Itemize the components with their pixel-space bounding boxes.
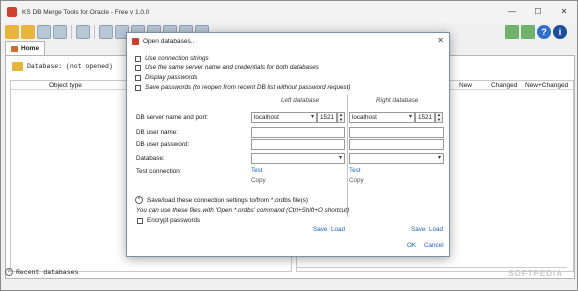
encrypt-passwords-option[interactable]: Encrypt passwords bbox=[137, 217, 200, 224]
toolbar-separator bbox=[71, 25, 72, 39]
database-label: Database: bbox=[136, 155, 165, 162]
right-port-spinner[interactable]: ▲ ▼ bbox=[435, 112, 443, 123]
right-password-input[interactable] bbox=[349, 139, 444, 150]
right-server-value: localhost bbox=[352, 114, 377, 121]
col-new-changed[interactable]: New+Changed bbox=[525, 82, 568, 89]
open-databases-dialog: Open databases.. ✕ Use connection string… bbox=[126, 32, 450, 257]
dialog-close-button[interactable]: ✕ bbox=[437, 36, 444, 45]
option-label: Save passwords (to reopen from recent DB… bbox=[145, 84, 351, 91]
recent-databases-bar[interactable]: ^ Recent databases bbox=[5, 267, 291, 277]
checkbox[interactable] bbox=[135, 74, 141, 81]
user-label: DB user name: bbox=[136, 129, 178, 136]
checkbox[interactable] bbox=[137, 217, 143, 224]
left-port-spinner[interactable]: ▲ ▼ bbox=[337, 112, 345, 123]
right-database-title: Right database bbox=[376, 97, 419, 104]
test-connection-label: Test connection: bbox=[136, 168, 182, 175]
options-icon[interactable] bbox=[505, 25, 519, 39]
ok-button[interactable]: OK bbox=[407, 242, 416, 249]
option-label: Display passwords bbox=[145, 74, 198, 81]
saveload-info: You can use these files with 'Open *.ord… bbox=[136, 207, 350, 214]
help-icon[interactable]: ? bbox=[537, 25, 551, 39]
database-line: Database: (not opened) bbox=[12, 62, 113, 71]
right-user-input[interactable] bbox=[349, 127, 444, 138]
maximize-button[interactable]: ☐ bbox=[525, 1, 551, 23]
option-label: Use connection strings bbox=[145, 55, 209, 62]
option-label: Use the same server name and credentials… bbox=[145, 64, 319, 71]
title-bar: KS DB Merge Tools for Oracle - Free v 1.… bbox=[1, 1, 577, 23]
col-new[interactable]: New bbox=[459, 82, 472, 89]
tab-home[interactable]: Home bbox=[5, 41, 46, 55]
collapse-icon[interactable]: ^ bbox=[5, 268, 13, 276]
toolbar-separator bbox=[94, 25, 95, 39]
option-display-passwords[interactable]: Display passwords bbox=[135, 74, 198, 81]
option-save-passwords[interactable]: Save passwords (to reopen from recent DB… bbox=[135, 84, 350, 91]
chevron-down-icon[interactable]: ▾ bbox=[311, 113, 314, 122]
left-password-input[interactable] bbox=[251, 139, 345, 150]
cancel-button[interactable]: Cancel bbox=[424, 242, 444, 249]
chevron-down-icon[interactable]: ▾ bbox=[438, 154, 441, 163]
left-user-input[interactable] bbox=[251, 127, 345, 138]
about-icon[interactable]: i bbox=[553, 25, 567, 39]
server-label: DB server name and port: bbox=[136, 114, 209, 121]
right-load-link[interactable]: Load bbox=[429, 226, 443, 233]
minimize-button[interactable]: — bbox=[499, 1, 525, 23]
right-port-input[interactable]: 1521 bbox=[415, 112, 435, 123]
option-connection-strings[interactable]: Use connection strings bbox=[135, 55, 209, 62]
dialog-title: Open databases.. bbox=[143, 37, 195, 45]
checkbox[interactable] bbox=[135, 64, 141, 71]
open-database-icon[interactable] bbox=[12, 62, 23, 71]
collapse-icon[interactable]: ^ bbox=[135, 196, 143, 204]
chevron-down-icon[interactable]: ▾ bbox=[409, 113, 412, 122]
left-test-link[interactable]: Test bbox=[251, 167, 263, 174]
right-save-link[interactable]: Save bbox=[411, 226, 425, 233]
layout-icon[interactable] bbox=[521, 25, 535, 39]
right-test-link[interactable]: Test bbox=[349, 167, 361, 174]
left-copy-link[interactable]: Copy bbox=[251, 177, 266, 184]
right-copy-link[interactable]: Copy bbox=[349, 177, 364, 184]
column-divider bbox=[347, 95, 348, 217]
left-port-input[interactable]: 1521 bbox=[317, 112, 337, 123]
left-database-title: Left database bbox=[281, 97, 320, 104]
tab-strip: Home bbox=[5, 41, 46, 55]
open-recent-icon[interactable] bbox=[21, 25, 35, 39]
window-controls: — ☐ ✕ bbox=[499, 1, 577, 23]
compare-icon[interactable] bbox=[37, 25, 51, 39]
app-logo-icon bbox=[7, 7, 17, 17]
saveload-label: Save/load these connection settings to/f… bbox=[147, 196, 309, 204]
left-server-value: localhost bbox=[254, 114, 279, 121]
watermark: SOFTPEDIA bbox=[508, 269, 563, 278]
dialog-title-bar: Open databases.. ✕ bbox=[127, 33, 449, 49]
left-database-combo[interactable]: ▾ bbox=[251, 153, 345, 164]
password-label: DB user password: bbox=[136, 141, 190, 148]
col-object-type[interactable]: Object type bbox=[49, 82, 82, 89]
dialog-app-icon bbox=[132, 37, 139, 45]
open-folder-icon[interactable] bbox=[5, 25, 19, 39]
window-title: KS DB Merge Tools for Oracle - Free v 1.… bbox=[22, 8, 150, 16]
recent-databases-label: Recent databases bbox=[16, 268, 79, 276]
checkbox[interactable] bbox=[135, 84, 141, 91]
encrypt-label: Encrypt passwords bbox=[147, 217, 201, 224]
left-save-link[interactable]: Save bbox=[313, 226, 327, 233]
right-server-combo[interactable]: localhost ▾ bbox=[349, 112, 415, 123]
left-server-combo[interactable]: localhost ▾ bbox=[251, 112, 317, 123]
left-load-link[interactable]: Load bbox=[331, 226, 345, 233]
database-label: Database: (not opened) bbox=[27, 63, 113, 70]
tab-home-label: Home bbox=[21, 45, 40, 52]
col-changed[interactable]: Changed bbox=[491, 82, 517, 89]
checkbox[interactable] bbox=[135, 55, 141, 62]
option-same-credentials[interactable]: Use the same server name and credentials… bbox=[135, 64, 319, 71]
grid-view-icon[interactable] bbox=[99, 25, 113, 39]
chevron-down-icon[interactable]: ▾ bbox=[339, 154, 342, 163]
right-database-combo[interactable]: ▾ bbox=[349, 153, 444, 164]
home-icon bbox=[11, 45, 18, 52]
table-icon[interactable] bbox=[53, 25, 67, 39]
saveload-section-toggle[interactable]: ^ Save/load these connection settings to… bbox=[135, 196, 308, 204]
refresh-icon[interactable] bbox=[76, 25, 90, 39]
close-button[interactable]: ✕ bbox=[551, 1, 577, 23]
